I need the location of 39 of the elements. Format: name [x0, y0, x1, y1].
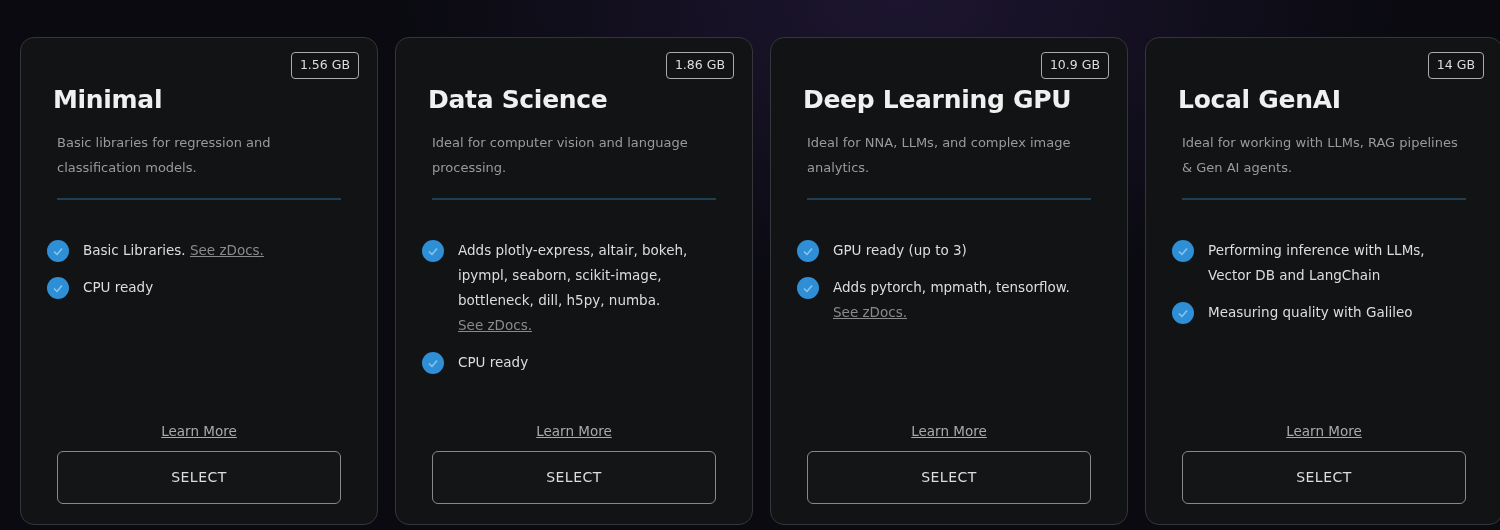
- feature-text: Adds pytorch, mpmath, tensorflow. See zDocs.: [833, 278, 1071, 323]
- select-button[interactable]: SELECT: [807, 451, 1091, 504]
- feature-text: GPU ready (up to 3): [833, 241, 967, 261]
- size-label: 10.9 GB: [1040, 52, 1109, 79]
- feature-text: Performing inference with LLMs, Vector DB and LangChain: [1208, 241, 1426, 286]
- check-icon: [797, 277, 819, 300]
- plan-description: Basic libraries for regression and classification models.: [57, 134, 272, 178]
- docs-link[interactable]: See zDocs.: [458, 317, 532, 334]
- learn-more-link[interactable]: Learn More: [161, 420, 237, 441]
- learn-more-link[interactable]: Learn More: [536, 420, 612, 441]
- size-label: 14 GB: [1427, 52, 1484, 79]
- check-icon: [797, 240, 819, 263]
- check-icon: [47, 240, 69, 263]
- learn-more-link[interactable]: Learn More: [1286, 420, 1362, 441]
- plan-title: Minimal: [53, 83, 164, 116]
- feature-text: Adds plotly-express, altair, bokeh, ipympl, seaborn, scikit-image, bottleneck, dill, h5py, numba. See zDocs.: [458, 241, 689, 336]
- docs-link[interactable]: See zDocs.: [833, 304, 907, 321]
- check-icon: [47, 277, 69, 300]
- check-icon: [1172, 302, 1194, 325]
- plan-title: Data Science: [428, 83, 609, 116]
- check-icon: [422, 352, 444, 375]
- check-icon: [1172, 240, 1194, 263]
- plan-description: Ideal for NNA, LLMs, and complex image analytics.: [807, 134, 1072, 178]
- feature-text: CPU ready: [458, 353, 529, 373]
- check-icon: [422, 240, 444, 263]
- plan-title: Deep Learning GPU: [803, 83, 1073, 116]
- size-label: 1.86 GB: [665, 52, 734, 79]
- feature-text: Measuring quality with Galileo: [1208, 303, 1413, 323]
- select-button[interactable]: SELECT: [432, 451, 716, 504]
- feature-text: CPU ready: [83, 278, 154, 298]
- size-label: 1.56 GB: [290, 52, 359, 79]
- select-button[interactable]: SELECT: [1182, 451, 1466, 504]
- learn-more-link[interactable]: Learn More: [911, 420, 987, 441]
- docs-link[interactable]: See zDocs.: [189, 242, 264, 259]
- select-button[interactable]: SELECT: [57, 451, 341, 504]
- plan-title: Local GenAI: [1178, 83, 1342, 116]
- feature-text: Basic Libraries. See zDocs.: [83, 241, 264, 261]
- plan-description: Ideal for working with LLMs, RAG pipelines & Gen AI agents.: [1182, 134, 1459, 178]
- plan-description: Ideal for computer vision and language processing.: [432, 134, 689, 178]
